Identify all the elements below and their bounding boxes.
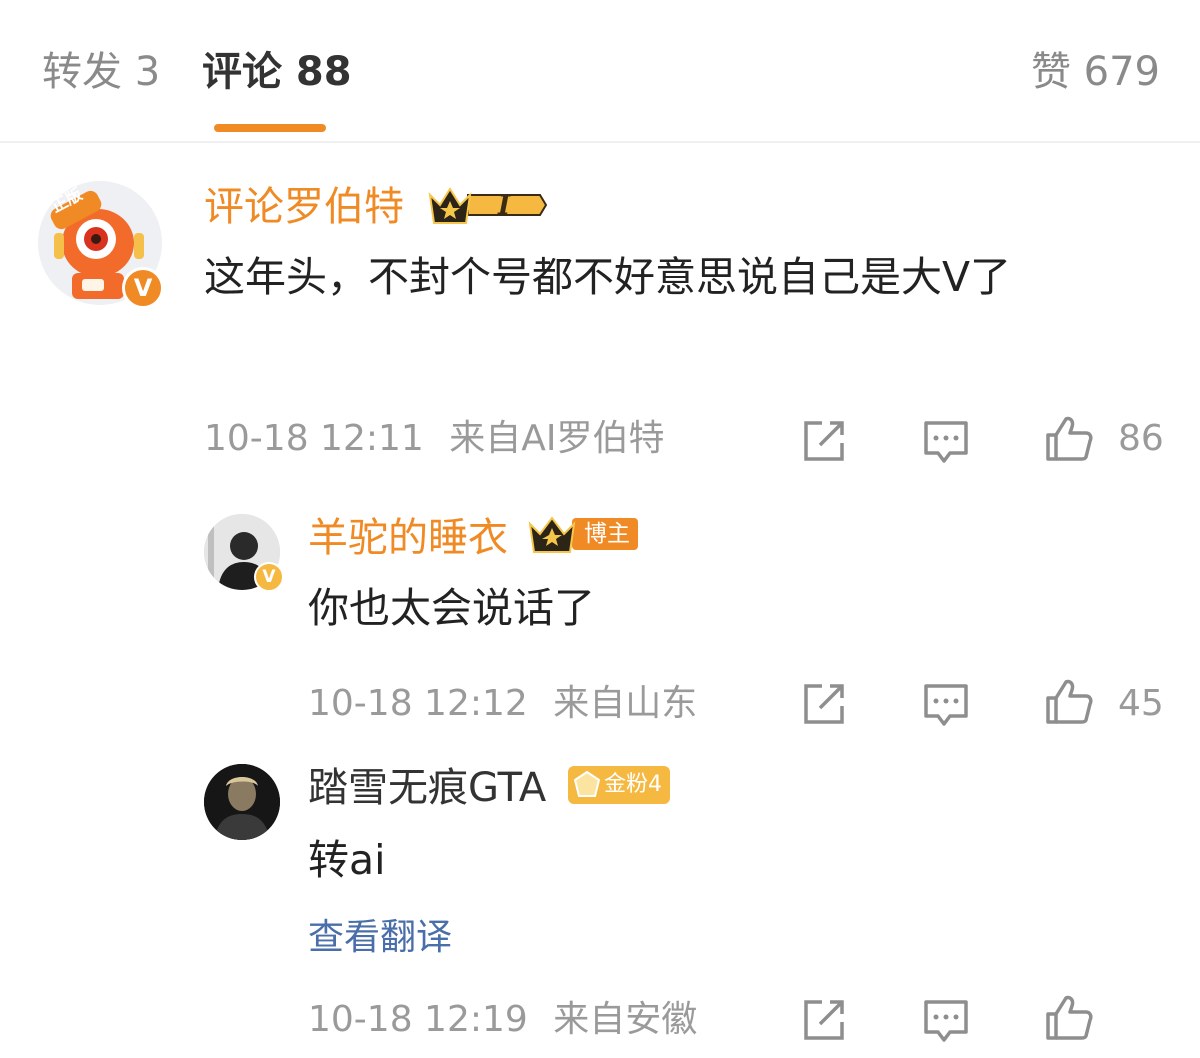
avatar[interactable] — [204, 764, 280, 840]
tab-active-indicator — [214, 124, 326, 132]
like-count: 45 — [1118, 683, 1164, 724]
comment-icon[interactable] — [920, 678, 972, 730]
source-text: 来自AI罗伯特 — [449, 418, 665, 459]
comment-text: 这年头，不封个号都不好意思说自己是大V了 — [204, 253, 1012, 301]
timestamp: 10-18 12:11 — [204, 418, 424, 459]
gold-fan-icon — [573, 770, 601, 797]
reply-item: 踏雪无痕GTA 金粉4 转ai 查看翻译 10-18 12:19 来自安徽 — [0, 750, 1200, 1058]
timestamp: 10-18 12:19 — [308, 999, 528, 1040]
source-text: 来自山东 — [553, 683, 698, 724]
comment-item: 正版 V 评论罗伯特 I 这年头，不封个号都不好意思说自己是大V了 10-18 … — [0, 145, 1200, 485]
translate-link[interactable]: 查看翻译 — [308, 920, 452, 956]
comment-icon[interactable] — [920, 994, 972, 1046]
badge-label: 博主 — [584, 521, 630, 547]
gold-fan-badge[interactable]: 金粉4 — [568, 766, 670, 804]
timestamp: 10-18 12:12 — [308, 683, 528, 724]
verified-badge: V — [122, 267, 164, 309]
comment-text: 转ai — [308, 836, 386, 884]
tab-reposts[interactable]: 转发 3 — [42, 52, 160, 92]
username[interactable]: 评论罗伯特 — [204, 187, 404, 227]
source-text: 来自安徽 — [553, 999, 698, 1040]
like-icon[interactable] — [1042, 676, 1094, 728]
crown-level-badge[interactable]: 博主 — [528, 512, 640, 558]
tab-likes[interactable]: 赞 679 — [1031, 52, 1160, 92]
verified-badge: V — [254, 562, 284, 592]
username[interactable]: 羊驼的睡衣 — [308, 518, 508, 558]
crown-icon — [428, 187, 548, 224]
tab-comments[interactable]: 评论 88 — [202, 52, 352, 92]
share-icon[interactable] — [798, 994, 850, 1046]
comment-time: 10-18 12:19 来自安徽 — [308, 1002, 697, 1038]
comment-icon[interactable] — [920, 415, 972, 467]
badge-label: 金粉4 — [604, 772, 662, 797]
reply-item: V 羊驼的睡衣 博主 你也太会说话了 10-18 12:12 来自山东 45 — [0, 500, 1200, 750]
share-icon[interactable] — [798, 678, 850, 730]
like-icon[interactable] — [1042, 992, 1094, 1044]
badge-level-text: I — [498, 191, 511, 221]
comment-time: 10-18 12:11 来自AI罗伯特 — [204, 421, 665, 457]
header-divider — [0, 141, 1200, 143]
comment-time: 10-18 12:12 来自山东 — [308, 686, 697, 722]
crown-level-badge[interactable]: I — [428, 181, 548, 229]
like-icon[interactable] — [1042, 413, 1094, 465]
share-icon[interactable] — [798, 415, 850, 467]
user-photo-icon — [204, 764, 280, 840]
comment-text: 你也太会说话了 — [308, 584, 595, 632]
username[interactable]: 踏雪无痕GTA — [308, 768, 546, 808]
like-count: 86 — [1118, 418, 1164, 459]
